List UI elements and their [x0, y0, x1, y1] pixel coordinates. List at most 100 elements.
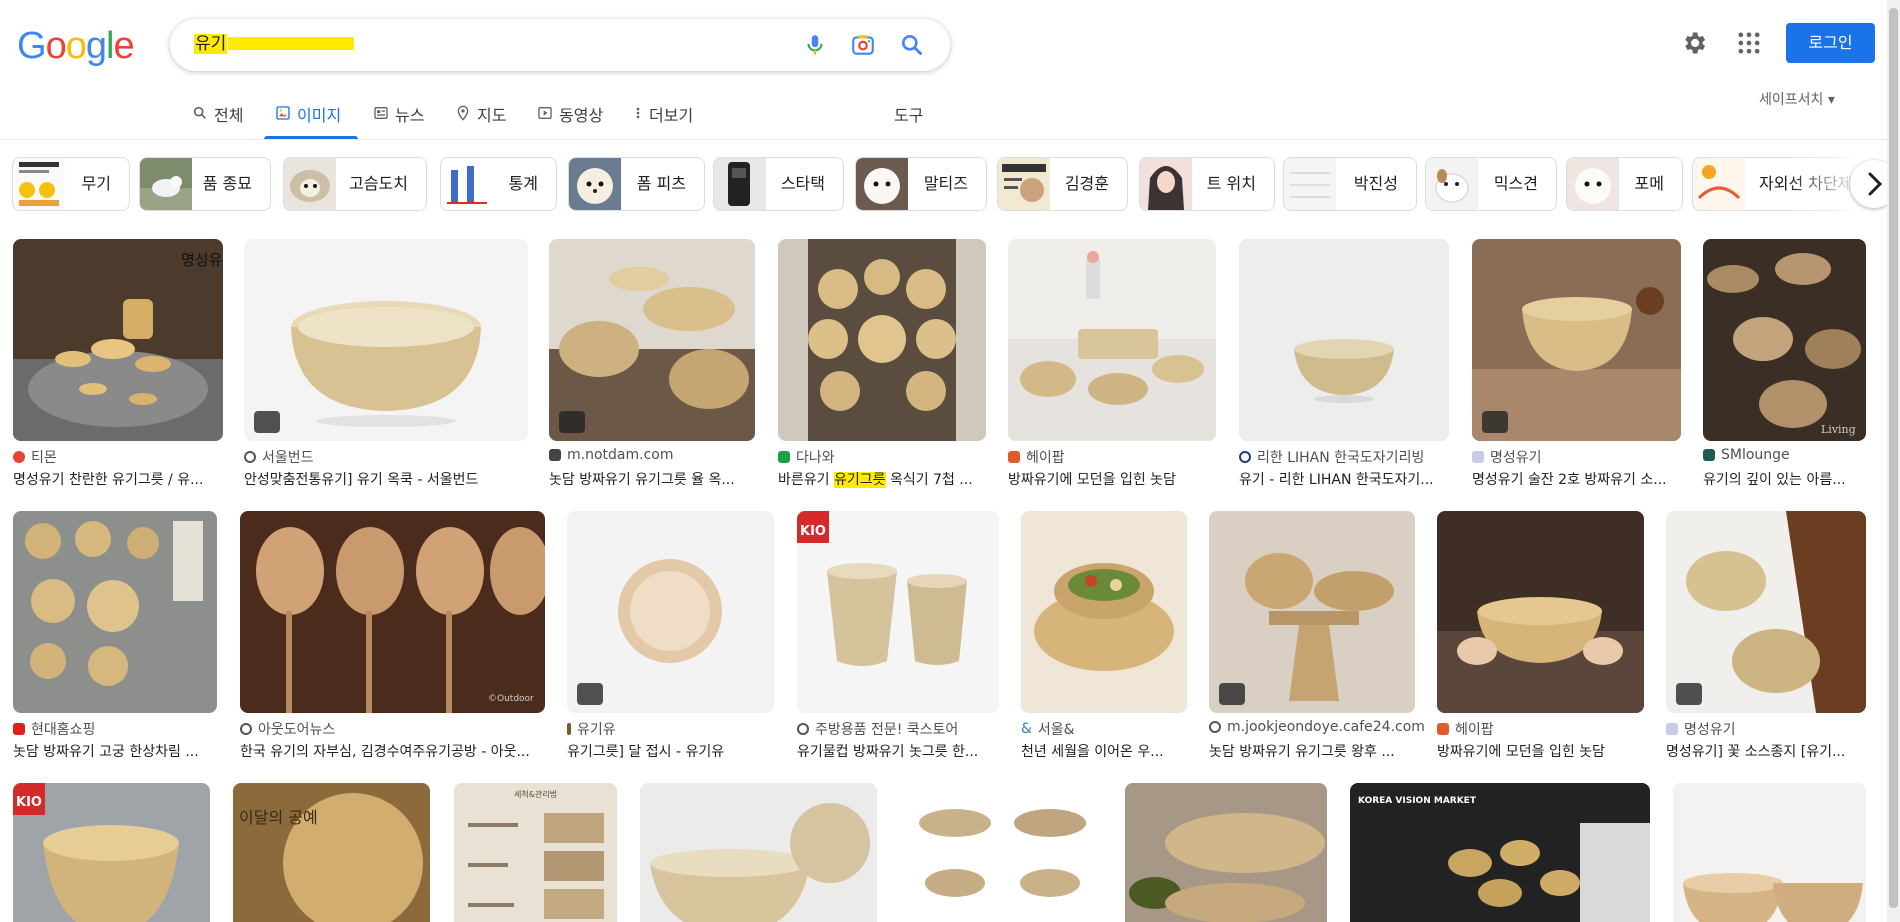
microphone-icon[interactable]: [802, 32, 828, 58]
image-result[interactable]: [900, 783, 1102, 922]
image-result[interactable]: KOREA VISION MARKET: [1350, 783, 1650, 922]
result-title[interactable]: 천년 세월을 이어온 우...: [1021, 741, 1187, 761]
image-result[interactable]: 유기유 유기그릇] 달 접시 - 유기유: [567, 511, 774, 761]
chip-11[interactable]: 포메: [1566, 157, 1683, 211]
image-result[interactable]: 현대홈쇼핑 놋담 방짜유기 고궁 한상차림 ...: [13, 511, 217, 761]
tools-button[interactable]: 도구: [894, 102, 923, 126]
result-title[interactable]: 명성유기 찬란한 유기그릇 / 유...: [13, 469, 223, 489]
result-source[interactable]: SMlounge: [1703, 447, 1790, 463]
chip-5[interactable]: 스타택: [713, 157, 844, 211]
search-box[interactable]: 유기: [170, 19, 950, 71]
tab-news[interactable]: 뉴스: [373, 98, 424, 140]
login-button[interactable]: 로그인: [1786, 23, 1875, 63]
image-result[interactable]: 서울번드 안성맞춤전통유기] 유기 옥쿡 - 서울번드: [244, 239, 528, 489]
image-result[interactable]: KIO 주방용품 전문! 쿡스토어 유기물컵 방짜유기 놋그릇 한...: [797, 511, 999, 761]
image-result[interactable]: 명성유기 명성유기] 꽃 소스종지 [유기...: [1666, 511, 1866, 761]
result-title[interactable]: 명성유기 술잔 2호 방짜유기 소...: [1472, 469, 1681, 489]
result-source[interactable]: 아웃도어뉴스: [240, 719, 335, 739]
image-result[interactable]: [640, 783, 877, 922]
image-result[interactable]: & 서울& 천년 세월을 이어온 우...: [1021, 511, 1187, 761]
chip-1[interactable]: 품 종묘: [139, 157, 271, 211]
result-title[interactable]: 유기물컵 방짜유기 놋그릇 한...: [797, 741, 999, 761]
chip-3[interactable]: 통계: [440, 157, 557, 211]
apps-grid-icon[interactable]: [1735, 29, 1763, 57]
result-source[interactable]: m.notdam.com: [549, 447, 673, 463]
tab-videos[interactable]: 동영상: [537, 98, 603, 140]
logo-letter-o2: o: [65, 25, 87, 67]
image-result[interactable]: [1673, 783, 1866, 922]
result-title[interactable]: 방짜유기에 모던을 입힌 놋담: [1008, 469, 1216, 489]
camera-lens-icon[interactable]: [850, 32, 876, 58]
source-label: 현대홈쇼핑: [31, 722, 96, 738]
result-title[interactable]: 유기그릇] 달 접시 - 유기유: [567, 741, 774, 761]
chip-2[interactable]: 고슴도치: [283, 157, 427, 211]
result-source[interactable]: 서울번드: [244, 447, 314, 467]
image-result[interactable]: Living SMlounge 유기의 깊이 있는 아름...: [1703, 239, 1866, 489]
search-submit-icon[interactable]: [899, 32, 925, 58]
chip-0[interactable]: 무기: [12, 157, 130, 211]
image-result[interactable]: KIO: [13, 783, 210, 922]
result-source[interactable]: 헤이팝: [1437, 719, 1494, 739]
result-title[interactable]: 안성맞춤전통유기] 유기 옥쿡 - 서울번드: [244, 469, 528, 489]
result-title[interactable]: 놋담 방짜유기 고궁 한상차림 ...: [13, 741, 217, 761]
image-result[interactable]: 헤이팝 방짜유기에 모던을 입힌 놋담: [1437, 511, 1644, 761]
result-title[interactable]: 놋담 방짜유기 유기그릇 왕후 ...: [1209, 741, 1415, 761]
scrollbar[interactable]: [1887, 0, 1900, 922]
source-label: SMlounge: [1721, 447, 1790, 463]
chip-6[interactable]: 말티즈: [855, 157, 987, 211]
result-source[interactable]: 리한 LIHAN 한국도자기리빙: [1239, 447, 1424, 467]
google-logo[interactable]: Google: [17, 24, 135, 68]
image-result[interactable]: ©Outdoor 아웃도어뉴스 한국 유기의 자부심, 김경수여주유기공방 - …: [240, 511, 545, 761]
tab-maps[interactable]: 지도: [455, 98, 506, 140]
result-source[interactable]: 헤이팝: [1008, 447, 1065, 467]
result-source[interactable]: 현대홈쇼핑: [13, 719, 95, 739]
favicon-icon: [1239, 451, 1251, 463]
chip-thumbnail: [714, 158, 766, 210]
image-result[interactable]: m.jookjeondoye.cafe24.com 놋담 방짜유기 유기그릇 왕…: [1209, 511, 1425, 761]
source-label: 헤이팝: [1455, 722, 1494, 738]
chip-10[interactable]: 믹스견: [1425, 157, 1557, 211]
shopping-tag-icon: [1482, 411, 1508, 433]
result-source[interactable]: 주방용품 전문! 쿡스토어: [797, 719, 958, 739]
result-thumbnail: KOREA VISION MARKET: [1350, 783, 1650, 922]
result-title[interactable]: 바른유기 유기그릇 옥식기 7첩 ...: [778, 469, 986, 489]
result-thumbnail: ©Outdoor: [240, 511, 545, 713]
gear-icon[interactable]: [1680, 29, 1708, 57]
result-title[interactable]: 놋담 방짜유기 유기그릇 율 옥...: [549, 469, 755, 489]
tab-all[interactable]: 전체: [192, 98, 243, 140]
chip-7[interactable]: 김경훈: [997, 157, 1128, 211]
image-result[interactable]: 명성유기 티몬 명성유기 찬란한 유기그릇 / 유...: [13, 239, 223, 489]
tab-images[interactable]: 이미지: [275, 98, 341, 140]
result-source[interactable]: 명성유기: [1666, 719, 1736, 739]
image-result[interactable]: 다나와 바른유기 유기그릇 옥식기 7첩 ...: [778, 239, 986, 489]
chip-4[interactable]: 폼 피츠: [568, 157, 705, 211]
result-title[interactable]: 방짜유기에 모던을 입힌 놋담: [1437, 741, 1644, 761]
chip-9[interactable]: 박진성: [1283, 157, 1417, 211]
result-source[interactable]: 유기유: [567, 719, 616, 739]
play-icon: [538, 107, 552, 119]
result-title[interactable]: 한국 유기의 자부심, 김경수여주유기공방 - 아웃...: [240, 741, 545, 761]
result-source[interactable]: 다나와: [778, 447, 835, 467]
scrollbar-thumb[interactable]: [1889, 8, 1898, 908]
image-result[interactable]: 리한 LIHAN 한국도자기리빙 유기 - 리한 LIHAN 한국도자기...: [1239, 239, 1449, 489]
result-source[interactable]: m.jookjeondoye.cafe24.com: [1209, 719, 1425, 735]
tab-more[interactable]: 더보기: [633, 98, 693, 140]
result-source[interactable]: 티몬: [13, 447, 57, 467]
image-result[interactable]: m.notdam.com 놋담 방짜유기 유기그릇 율 옥...: [549, 239, 755, 489]
result-source[interactable]: & 서울&: [1021, 719, 1075, 739]
search-query: 유기: [194, 34, 228, 54]
result-title[interactable]: 명성유기] 꽃 소스종지 [유기...: [1666, 741, 1866, 761]
chip-8[interactable]: 트 위치: [1139, 157, 1275, 211]
image-result[interactable]: 세척&관리법: [454, 783, 617, 922]
shopping-tag-icon: [1219, 683, 1245, 705]
safesearch-button[interactable]: 세이프서치 ▾: [1759, 89, 1835, 109]
image-result[interactable]: 헤이팝 방짜유기에 모던을 입힌 놋담: [1008, 239, 1216, 489]
image-result[interactable]: [1125, 783, 1327, 922]
result-title[interactable]: 유기 - 리한 LIHAN 한국도자기...: [1239, 469, 1449, 489]
image-result[interactable]: 명성유기 명성유기 술잔 2호 방짜유기 소...: [1472, 239, 1681, 489]
search-input[interactable]: 유기: [194, 33, 355, 55]
result-source[interactable]: 명성유기: [1472, 447, 1542, 467]
result-title[interactable]: 유기의 깊이 있는 아름...: [1703, 469, 1866, 489]
favicon-icon: [797, 723, 809, 735]
image-result[interactable]: 이달의 공예: [233, 783, 430, 922]
